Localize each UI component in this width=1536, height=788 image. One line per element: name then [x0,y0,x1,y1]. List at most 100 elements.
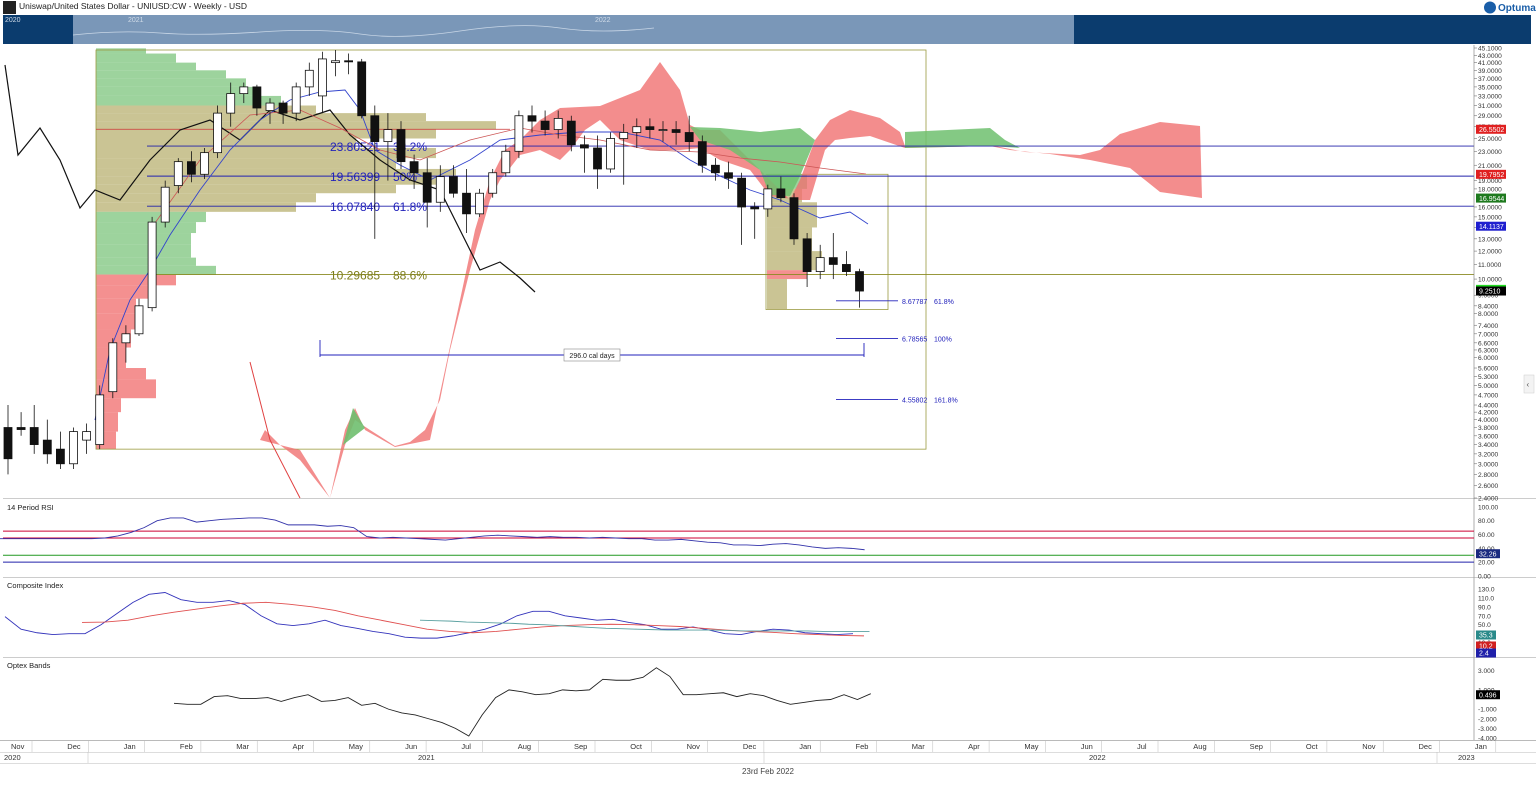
candle-body [553,118,563,130]
price-tick-label: 19.0000 [1478,178,1502,185]
price-tick-label: 12.0000 [1478,249,1502,256]
optex-tick-label: -2.000 [1478,716,1497,723]
chevron-left-icon[interactable]: ‹ [1527,380,1530,389]
month-label: Apr [293,742,305,751]
volume-profile-bar [96,53,176,63]
chart-canvas[interactable]: Uniswap/United States Dollar - UNIUSD:CW… [0,0,1536,783]
rsi-tick-label: 20.00 [1478,560,1495,567]
volume-profile-bar [96,48,146,54]
price-tick-label: 23.0000 [1478,149,1502,156]
volume-profile-bar [96,121,496,130]
ci-current-label: 35.3 [1479,633,1493,640]
candle-body [789,197,799,240]
month-label: Nov [11,742,25,751]
month-label: Aug [1193,742,1206,751]
price-tick-label: 41.0000 [1478,60,1502,67]
side-panel-toggle[interactable]: ‹ [1523,374,1535,394]
rsi-panel-title: 14 Period RSI [7,503,54,512]
navigator-year-2022: 2022 [595,17,611,24]
price-tick-label: 3.4000 [1478,442,1499,449]
volume-profile-bar [96,78,246,87]
candle-body [475,192,485,215]
candle-body [304,69,314,88]
month-label: Sep [574,742,587,751]
price-tick-label: 31.0000 [1478,103,1502,110]
navigator-year-2020: 2020 [5,17,21,24]
ci-tick-label: 130.0 [1478,586,1495,593]
month-label: Feb [856,742,869,751]
price-tick-label: 4.0000 [1478,417,1499,424]
candle-body [435,176,445,203]
optuma-logo-icon [1484,1,1496,14]
ci-tick-label: 70.0 [1478,613,1491,620]
optuma-brand: Optuma [1498,3,1536,14]
candle-body [121,333,131,344]
candle-body [448,176,458,194]
ci-teal-line [419,619,870,632]
candle-body [658,129,668,131]
price-tick-label: 5.3000 [1478,374,1499,381]
candle-body [671,129,681,133]
price-tick-label: 37.0000 [1478,76,1502,83]
volume-profile-bar [96,313,136,330]
candle-body [213,112,223,154]
optex-tick-label: -1.000 [1478,707,1497,714]
navigator-year-2021: 2021 [128,17,144,24]
candle-body [370,115,380,143]
candle-body [632,126,642,133]
candle-body [29,427,39,445]
ci-current-label: 2.4 [1479,651,1489,658]
fib-extension-pct: 61.8% [934,299,954,306]
ci-panel-title: Composite Index [7,581,64,590]
candle-body [16,427,26,430]
composite-index-panel[interactable]: Composite Index130.0110.090.070.050.030.… [3,581,1536,658]
candle-body [108,342,118,393]
price-badge-label: 9.2510 [1479,289,1501,296]
volume-profile-recent-bar [767,251,822,271]
time-navigator[interactable]: 2020 2021 2022 [3,15,1531,44]
fib-extension-targets: 8.67787 61.8% 6.78565 100% 4.55802 161.8% [836,299,958,405]
date-range-tool[interactable]: 296.0 cal days [319,340,865,362]
month-label: Dec [743,742,757,751]
volume-profile-bar [96,202,296,212]
price-tick-label: 5.6000 [1478,366,1499,373]
rsi-current-label: 32.26 [1479,551,1497,558]
month-label: Jan [1475,742,1487,751]
year-label: 2020 [4,753,21,762]
candle-body [278,102,288,114]
candle-body [593,147,602,170]
candle-body [488,172,498,194]
month-label: May [1024,742,1038,751]
candle-body [383,129,393,143]
candle-body [3,427,13,460]
rsi-panel[interactable]: 14 Period RSI100.0080.0060.0040.0020.000… [0,503,1536,581]
price-tick-label: 7.4000 [1478,323,1499,330]
candle-body [566,120,576,146]
price-tick-label: 4.2000 [1478,410,1499,417]
ci-tick-label: 50.0 [1478,622,1491,629]
optex-tick-label: 3.000 [1478,668,1495,675]
candle-body [344,60,354,63]
optex-tick-label: -3.000 [1478,726,1497,733]
optex-bands-panel[interactable]: Optex Bands3.0001.000-1.000-2.000-3.000-… [7,661,1500,743]
price-tick-label: 3.6000 [1478,433,1499,440]
volume-profile-bar [96,193,316,203]
price-tick-label: 11.0000 [1478,262,1502,269]
month-label: Dec [67,742,81,751]
time-axis[interactable]: Nov Dec Jan Feb Mar Apr May Jun Jul Aug Sep Oct Nov D… [0,740,1536,764]
month-label: Mar [912,742,925,751]
volume-profile-bar [96,244,191,258]
candle-body [763,188,773,210]
rsi-tick-label: 80.00 [1478,518,1495,525]
year-label: 2022 [1089,753,1106,762]
price-tick-label: 16.0000 [1478,204,1502,211]
candle-body [645,126,655,130]
candle-body [842,264,851,272]
ichimoku-cloud-green-3 [905,128,1020,148]
month-label: Nov [1362,742,1376,751]
month-label: Jul [461,742,471,751]
candle-body [239,86,249,95]
ci-blue-line [4,592,854,639]
price-panel[interactable]: 23.80521 38.2%19.56399 50%16.07840 61.8%10.… [3,45,1536,740]
app-menu-icon[interactable] [3,1,16,14]
